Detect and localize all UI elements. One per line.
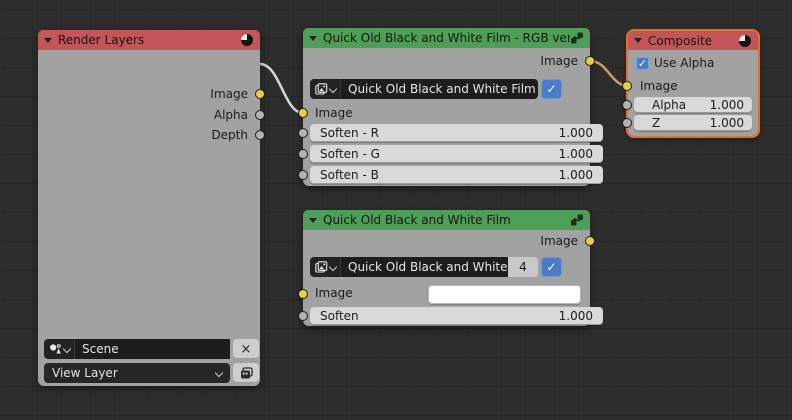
socket-output-image[interactable]	[585, 236, 595, 246]
user-count-button[interactable]: 4	[508, 257, 538, 277]
output-label-alpha: Alpha	[214, 106, 248, 124]
image-color-swatch[interactable]	[428, 285, 581, 304]
collapse-triangle-icon[interactable]	[634, 38, 642, 43]
render-sphere-icon	[738, 34, 752, 48]
new-view-layer-button[interactable]	[233, 363, 259, 383]
collapse-triangle-icon[interactable]	[309, 218, 317, 223]
group-name-field[interactable]: Quick Old Black and White Film - RGB v..…	[340, 79, 538, 99]
node-group-icon	[570, 31, 584, 45]
node-header[interactable]: Quick Old Black and White Film - RGB ver…	[303, 28, 590, 48]
socket-output-alpha[interactable]	[255, 110, 265, 120]
scene-clear-button[interactable]: ×	[233, 339, 259, 359]
slider-value: 1.000	[559, 147, 593, 161]
slider-value: 1.000	[710, 116, 744, 130]
slider-soften-g[interactable]: Soften - G 1.000	[310, 145, 603, 163]
scene-selector[interactable]: Scene	[44, 339, 230, 359]
socket-input-soften[interactable]	[298, 311, 308, 321]
chevron-down-icon	[215, 370, 222, 377]
scene-name-field[interactable]: Scene	[74, 339, 230, 359]
socket-output-image[interactable]	[255, 89, 265, 99]
slider-soften-r[interactable]: Soften - R 1.000	[310, 124, 603, 142]
output-label-image: Image	[210, 85, 248, 103]
slider-label: Alpha	[652, 98, 686, 112]
slider-soften-b[interactable]: Soften - B 1.000	[310, 166, 603, 184]
slider-z[interactable]: Z 1.000	[634, 115, 752, 131]
chevron-down-icon	[329, 86, 336, 93]
group-datablock-selector[interactable]: Quick Old Black and White Film 4 ✓	[310, 257, 562, 277]
socket-input-soften-g[interactable]	[298, 149, 308, 159]
slider-value: 1.000	[710, 98, 744, 112]
render-layers-icon	[240, 367, 253, 380]
node-header[interactable]: Quick Old Black and White Film	[303, 210, 590, 230]
fake-user-shield-button[interactable]: ✓	[541, 257, 562, 277]
socket-output-depth[interactable]	[255, 130, 265, 140]
use-alpha-checkbox[interactable]: ✓	[636, 57, 649, 70]
output-label-image: Image	[540, 52, 578, 70]
view-layer-dropdown[interactable]: View Layer	[44, 363, 230, 383]
socket-input-image[interactable]	[298, 289, 308, 299]
collapse-triangle-icon[interactable]	[309, 36, 317, 41]
slider-value: 1.000	[559, 309, 593, 323]
slider-value: 1.000	[559, 126, 593, 140]
group-datablock-selector[interactable]: Quick Old Black and White Film - RGB v..…	[310, 79, 562, 99]
render-sphere-icon	[240, 33, 254, 47]
socket-input-soften-b[interactable]	[298, 170, 308, 180]
socket-input-alpha[interactable]	[622, 100, 632, 110]
node-title: Quick Old Black and White Film	[323, 213, 511, 227]
socket-input-image[interactable]	[298, 108, 308, 118]
socket-input-z[interactable]	[622, 118, 632, 128]
output-label-depth: Depth	[211, 126, 248, 144]
socket-output-image[interactable]	[585, 56, 595, 66]
slider-label: Soften	[320, 309, 359, 323]
input-label-image: Image	[315, 284, 353, 302]
input-label-image: Image	[315, 104, 353, 122]
node-header[interactable]: Composite	[628, 31, 758, 50]
node-header[interactable]: Render Layers	[38, 30, 260, 50]
node-group-icon	[570, 213, 584, 227]
node-render-layers[interactable]: Render Layers Image Alpha Depth Scene × …	[38, 30, 260, 386]
scene-icon	[49, 343, 62, 355]
node-composite[interactable]: Composite ✓ Use Alpha Image Alpha 1.000 …	[628, 31, 758, 136]
use-alpha-row[interactable]: ✓ Use Alpha	[636, 56, 714, 70]
group-name-field[interactable]: Quick Old Black and White Film	[340, 257, 508, 277]
slider-soften[interactable]: Soften 1.000	[310, 307, 603, 325]
nodetree-icon-dropdown[interactable]	[310, 79, 340, 99]
node-group-bw-film[interactable]: Quick Old Black and White Film Image Qui…	[303, 210, 590, 326]
image-stack-icon	[315, 83, 328, 95]
view-layer-value: View Layer	[52, 366, 118, 380]
slider-value: 1.000	[559, 168, 593, 182]
node-title: Quick Old Black and White Film - RGB ver…	[323, 31, 570, 45]
slider-label: Soften - G	[320, 147, 380, 161]
node-title: Render Layers	[58, 33, 144, 47]
node-group-rgb-version[interactable]: Quick Old Black and White Film - RGB ver…	[303, 28, 590, 186]
input-label-image: Image	[640, 77, 678, 95]
slider-label: Soften - B	[320, 168, 379, 182]
wire-renderlayers-to-rgbgroup	[260, 64, 303, 113]
fake-user-shield-button[interactable]: ✓	[541, 79, 562, 99]
image-stack-icon	[315, 261, 328, 273]
slider-alpha[interactable]: Alpha 1.000	[634, 97, 752, 113]
use-alpha-label: Use Alpha	[654, 56, 714, 70]
slider-label: Soften - R	[320, 126, 379, 140]
socket-input-image[interactable]	[622, 81, 632, 91]
collapse-triangle-icon[interactable]	[44, 38, 52, 43]
node-title: Composite	[648, 34, 712, 48]
scene-icon-dropdown[interactable]	[44, 339, 74, 359]
output-label-image: Image	[540, 232, 578, 250]
slider-label: Z	[652, 116, 660, 130]
nodetree-icon-dropdown[interactable]	[310, 257, 340, 277]
chevron-down-icon	[63, 346, 70, 353]
chevron-down-icon	[329, 264, 336, 271]
socket-input-soften-r[interactable]	[298, 128, 308, 138]
